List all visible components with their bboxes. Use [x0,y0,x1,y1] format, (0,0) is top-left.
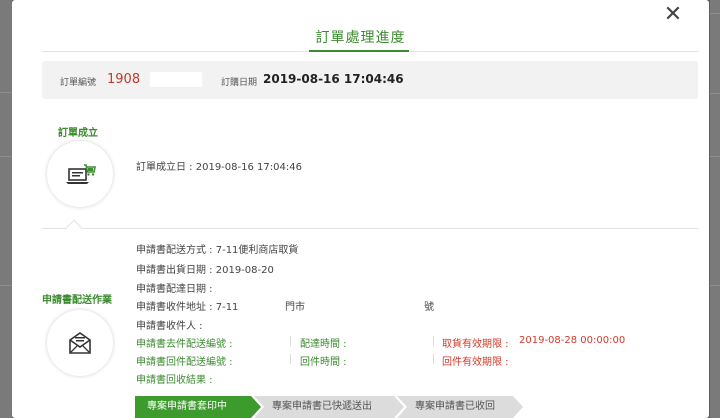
section-divider [42,228,699,229]
background-page-left [0,0,12,418]
redacted-order-no [150,72,202,87]
created-date-text: 訂單成立日 : 2019-08-16 17:04:46 [136,162,302,173]
background-page-right [710,0,720,418]
number-suffix: 號 [424,302,434,313]
order-no-label: 訂單編號 [60,78,97,88]
order-summary-bar: 訂單編號 1908 訂購日期 2019-08-16 17:04:46 [42,61,698,99]
recipient: 申請書收件人 : [136,321,203,332]
divider-notch [65,219,83,237]
order-progress-modal: ✕ 訂單處理進度 訂單編號 1908 訂購日期 2019-08-16 17:04… [12,0,709,418]
send-tracking-no: 申請書去件配送編號 : [136,339,233,350]
column-separator [433,354,434,364]
store-suffix: 門市 [285,302,305,313]
delivery-date: 申請書配達日期 : [136,284,213,295]
step-shipping-badge [47,310,113,376]
return-result: 申請書回收結果 : [136,375,213,386]
column-separator [433,336,434,346]
return-tracking-no: 申請書回件配送編號 : [136,357,233,368]
modal-title: 訂單處理進度 [315,30,406,46]
progress-step-printing: 專案申請書套印中 [135,396,261,418]
column-separator [290,336,291,346]
delivery-address: 申請書收件地址 : 7-11 [136,302,239,313]
step-created-label: 訂單成立 [58,128,98,139]
return-time: 回件時間 : [300,357,347,368]
order-date-value: 2019-08-16 17:04:46 [263,72,404,86]
shipping-date: 申請書出貨日期 : 2019-08-20 [136,265,274,276]
delivery-time: 配達時間 : [300,339,347,350]
pickup-deadline-label: 取貨有效期限 : [442,339,509,350]
order-date-label: 訂購日期 [221,78,258,88]
shipping-method: 申請書配送方式 : 7-11便利商店取貨 [136,245,299,256]
step-created-badge [47,141,113,207]
progress-step-sent: 專案申請書已快遞送出 [254,396,404,418]
order-no-value: 1908 [107,72,141,87]
step-shipping-label: 申請書配送作業 [42,295,112,306]
return-deadline-label: 回件有效期限 : [442,357,509,368]
column-separator [290,354,291,364]
title-underline [309,50,409,52]
close-icon[interactable]: ✕ [662,4,684,26]
pickup-deadline-value: 2019-08-28 00:00:00 [519,335,626,346]
progress-step-returned: 專案申請書已收回 [397,396,523,418]
